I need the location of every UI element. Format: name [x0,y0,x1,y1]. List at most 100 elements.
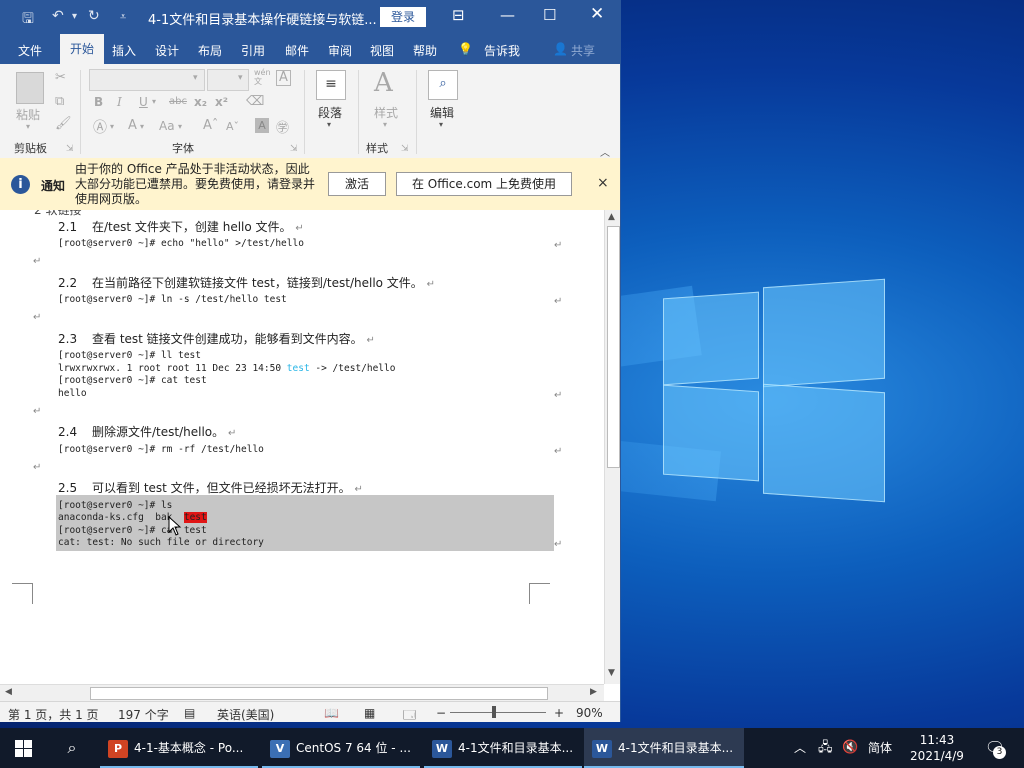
vertical-scroll-thumb[interactable] [607,226,620,468]
read-mode-icon[interactable]: 📖 [324,706,339,720]
ime-indicator[interactable]: 简体 [868,728,892,768]
start-button[interactable] [0,728,48,768]
paragraph-button[interactable]: 段落 [318,104,342,121]
underline-button[interactable]: U [139,95,148,109]
styles-button[interactable]: 样式 [374,104,398,121]
taskbar-item-vmware[interactable]: V CentOS 7 64 位 - ... [262,728,420,768]
format-painter-icon[interactable]: 🖌 [55,116,72,131]
editing-dropdown-icon[interactable]: ▾ [439,120,443,129]
paragraph-dropdown-icon[interactable]: ▾ [327,120,331,129]
font-name-box[interactable] [89,69,205,91]
close-icon[interactable]: ✕ [590,4,604,24]
tab-layout[interactable]: 布局 [198,42,222,59]
zoom-slider-track[interactable] [450,712,546,713]
font-launcher-icon[interactable]: ⇲ [290,144,298,154]
tab-help[interactable]: 帮助 [413,42,437,59]
italic-button[interactable]: I [117,95,122,109]
search-icon[interactable]: ⌕ [48,728,96,768]
clock[interactable]: 11:43 2021/4/9 [904,728,970,768]
network-icon[interactable]: 🖧 [818,728,833,768]
maximize-icon[interactable]: ☐ [543,6,556,24]
ribbon-display-options-icon[interactable]: ⊟ [452,6,465,24]
proofing-icon[interactable]: ▤ [184,706,195,720]
scroll-up-icon[interactable]: ▲ [608,212,615,222]
paste-button[interactable]: 粘贴 [16,106,40,123]
paste-icon[interactable] [16,72,44,104]
redo-icon[interactable]: ↻ [88,8,100,24]
tab-file[interactable]: 文件 [18,42,42,59]
scroll-right-icon[interactable]: ▶ [590,687,597,697]
zoom-slider-thumb[interactable] [492,706,496,718]
subscript-button[interactable]: x₂ [194,95,207,109]
character-shading-icon[interactable]: A [255,118,269,133]
phonetic-guide-icon[interactable]: wén 文 [254,68,271,86]
zoom-out-icon[interactable]: − [436,706,446,720]
font-name-dropdown-icon[interactable]: ▾ [193,73,198,83]
taskbar-item-word-2[interactable]: W 4-1文件和目录基本... [584,728,744,768]
scroll-down-icon[interactable]: ▼ [608,668,615,678]
bold-button[interactable]: B [94,95,103,109]
copy-icon[interactable]: ⧉ [55,94,64,109]
tab-references[interactable]: 引用 [241,42,265,59]
zoom-in-icon[interactable]: + [554,706,564,720]
undo-icon[interactable]: ↶ [52,8,64,24]
clipboard-launcher-icon[interactable]: ⇲ [66,144,74,154]
show-hidden-icons-icon[interactable]: ︿ [794,728,806,768]
clear-format-icon[interactable]: ⌫ [246,94,264,109]
underline-dropdown-icon[interactable]: ▾ [152,97,156,106]
save-icon[interactable]: 🖫 [22,8,34,32]
styles-dropdown-icon[interactable]: ▾ [383,120,387,129]
taskbar-item-powerpoint[interactable]: P 4-1-基本概念 - Po... [100,728,258,768]
word-count[interactable]: 197 个字 [118,706,169,722]
tell-me-search[interactable]: 告诉我 [484,42,520,59]
page-count[interactable]: 第 1 页，共 1 页 [8,706,99,722]
tab-mailings[interactable]: 邮件 [285,42,309,59]
activate-button[interactable]: 激活 [328,172,386,196]
font-size-dropdown-icon[interactable]: ▾ [238,73,243,83]
tab-home[interactable]: 开始 [60,34,104,64]
editing-icon[interactable]: ⌕ [428,70,458,100]
tab-insert[interactable]: 插入 [112,42,136,59]
font-color-button[interactable]: A [128,118,137,133]
text-effects-icon[interactable]: Ⓐ [93,117,107,137]
text-effects-dropdown-icon[interactable]: ▾ [110,122,114,131]
share-button[interactable]: 共享 [571,42,595,59]
language-indicator[interactable]: 英语(美国) [217,706,274,722]
tab-review[interactable]: 审阅 [328,42,352,59]
vertical-scrollbar[interactable]: ▲ ▼ [604,210,620,684]
strikethrough-button[interactable]: abc [169,96,187,107]
minimize-icon[interactable]: — [500,6,515,24]
collapse-ribbon-icon[interactable]: ︿ [600,144,610,159]
horizontal-scroll-thumb[interactable] [90,687,548,700]
paragraph-icon[interactable]: ≡ [316,70,346,100]
undo-dropdown-icon[interactable]: ▾ [72,11,77,22]
enclose-character-icon[interactable]: ㊫ [276,117,289,136]
tab-view[interactable]: 视图 [370,42,394,59]
step-heading: 2.5 可以看到 test 文件，但文件已经损坏无法打开。 ↵ [58,481,363,495]
horizontal-scrollbar[interactable]: ◀ ▶ [0,684,604,701]
scroll-left-icon[interactable]: ◀ [5,687,12,697]
print-layout-icon[interactable]: ▦ [364,706,375,720]
styles-launcher-icon[interactable]: ⇲ [401,144,409,154]
customize-quick-access-icon[interactable]: ⩡ [120,10,126,24]
use-free-online-button[interactable]: 在 Office.com 上免费使用 [396,172,572,196]
styles-icon[interactable]: A [374,68,393,98]
char-border-icon[interactable]: A [276,70,291,86]
volume-muted-icon[interactable]: 🔇 [842,728,858,768]
shrink-font-icon[interactable]: Aˇ [226,120,239,133]
taskbar-item-word-1[interactable]: W 4-1文件和目录基本... [424,728,582,768]
login-button[interactable]: 登录 [380,7,426,27]
cut-icon[interactable]: ✂ [55,70,66,85]
paste-dropdown-icon[interactable]: ▾ [26,122,30,131]
grow-font-icon[interactable]: Aˆ [203,118,218,133]
font-color-dropdown-icon[interactable]: ▾ [140,122,144,131]
change-case-button[interactable]: Aa [159,119,175,133]
tab-design[interactable]: 设计 [155,42,179,59]
zoom-level[interactable]: 90% [576,706,603,720]
editing-button[interactable]: 编辑 [430,104,454,121]
change-case-dropdown-icon[interactable]: ▾ [178,122,182,131]
document-page[interactable]: 2 软链接 2.1 在/test 文件夹下，创建 hello 文件。 ↵ [roo… [0,210,604,684]
web-layout-icon[interactable]: 🗔 [403,706,416,722]
close-notification-icon[interactable]: × [597,175,609,191]
superscript-button[interactable]: x² [215,95,228,109]
